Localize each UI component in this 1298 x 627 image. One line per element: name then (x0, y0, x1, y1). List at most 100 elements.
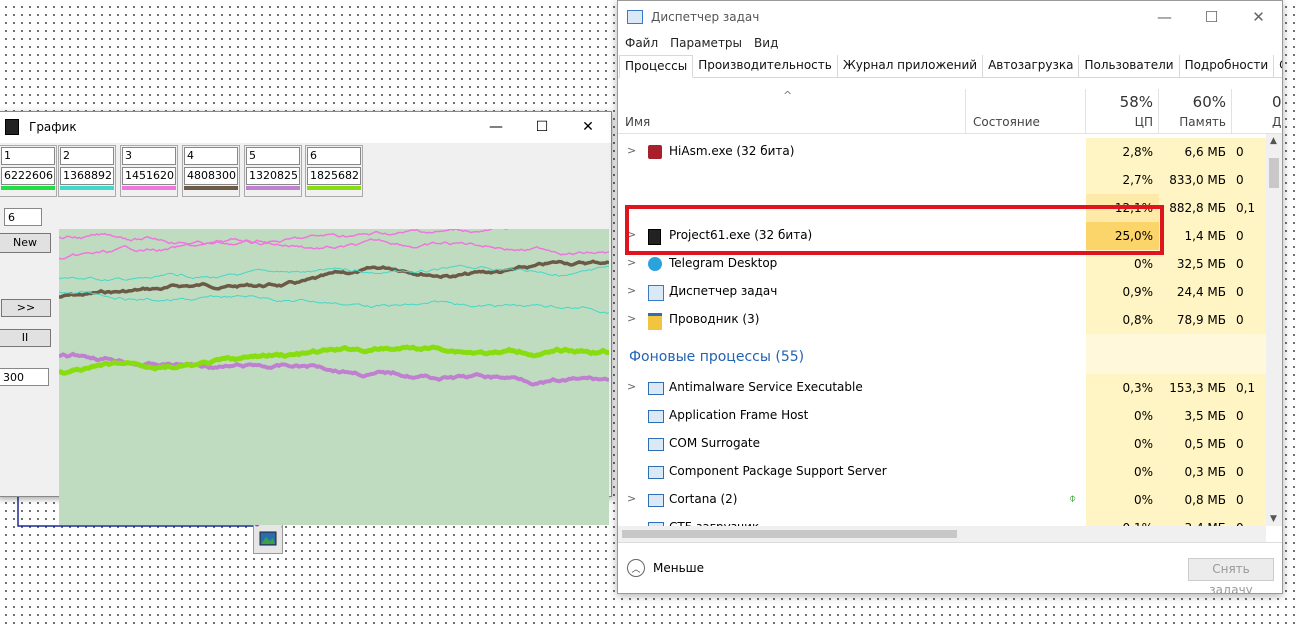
new-button[interactable]: New (0, 233, 51, 253)
app-process-row[interactable]: > Диспетчер задач 0,9% 24,4 МБ 0 (618, 278, 1266, 306)
column-memory-header[interactable]: 60% Память (1158, 89, 1232, 133)
process-cpu: 0% (1086, 486, 1159, 514)
expand-chevron-icon[interactable]: > (627, 256, 636, 269)
expand-chevron-icon[interactable]: > (627, 380, 636, 393)
tm-maximize-icon[interactable]: ☐ (1188, 2, 1235, 32)
tm-window-title: Диспетчер задач (651, 10, 760, 24)
column-disk-header[interactable]: 0 Ди (1231, 89, 1282, 133)
disk-label: Ди (1272, 115, 1282, 129)
channel-number[interactable]: 3 (122, 147, 176, 165)
vertical-scroll-thumb[interactable] (1269, 158, 1279, 188)
end-task-button[interactable]: Снять задачу (1188, 558, 1274, 593)
menu-file[interactable]: Файл (625, 36, 658, 50)
channel-color-swatch (307, 186, 361, 190)
process-cpu: 0,9% (1086, 278, 1159, 306)
menu-options[interactable]: Параметры (670, 36, 742, 50)
channel-value[interactable]: 1825682 (307, 167, 361, 185)
tab-processes[interactable]: Процессы (619, 55, 694, 78)
count-input[interactable] (4, 208, 42, 226)
tab-services[interactable]: Службы (1274, 55, 1282, 77)
channel-trace (58, 290, 610, 315)
app-process-row[interactable]: > Проводник (3) 0,8% 78,9 МБ 0 (618, 306, 1266, 334)
process-disk: 0,1 (1232, 194, 1266, 222)
tm-close-icon[interactable]: ✕ (1235, 2, 1282, 32)
graph-title-bar[interactable]: График — ☐ ✕ (0, 112, 611, 142)
memory-label: Память (1179, 115, 1226, 129)
process-disk: 0 (1232, 250, 1266, 278)
process-disk: 0 (1232, 278, 1266, 306)
close-icon[interactable]: ✕ (565, 112, 611, 142)
expand-chevron-icon[interactable]: > (627, 492, 636, 505)
horizontal-scroll-thumb[interactable] (622, 530, 957, 538)
process-name: COM Surrogate (669, 436, 761, 450)
channel-number[interactable]: 1 (1, 147, 55, 165)
graph-plot-svg (57, 217, 610, 387)
process-disk: 0 (1232, 166, 1266, 194)
background-process-row[interactable]: > Cortana (2) 0% 0,8 МБ 0 ⌽ (618, 486, 1266, 514)
column-cpu-header[interactable]: 58% ЦП (1085, 89, 1159, 133)
process-disk: 0,1 (1232, 374, 1266, 402)
maximize-icon[interactable]: ☐ (519, 112, 565, 142)
process-disk: 0 (1232, 430, 1266, 458)
channel-value[interactable]: 13688927 (60, 167, 114, 185)
tab-performance[interactable]: Производительность (693, 55, 838, 77)
channel-value[interactable]: 14516203 (122, 167, 176, 185)
vertical-scrollbar[interactable]: ▲ ▼ (1266, 134, 1282, 526)
taskmgr-icon (648, 285, 664, 301)
menu-view[interactable]: Вид (754, 36, 778, 50)
tm-minimize-icon[interactable]: — (1141, 2, 1188, 32)
service-icon (648, 438, 664, 451)
fewer-details-button[interactable]: ︿ Меньше (627, 559, 704, 577)
column-name[interactable]: Имя (625, 115, 650, 129)
process-name: Application Frame Host (669, 408, 809, 422)
horizontal-scrollbar[interactable] (618, 526, 1266, 542)
cpu-total: 58% (1119, 93, 1153, 111)
interval-input[interactable] (0, 368, 49, 386)
background-process-row[interactable]: Application Frame Host 0% 3,5 МБ 0 (618, 402, 1266, 430)
process-disk: 0 (1232, 306, 1266, 334)
interval-field-wrap (0, 368, 49, 386)
background-process-row[interactable]: Component Package Support Server 0% 0,3 МБ… (618, 458, 1266, 486)
tab-users[interactable]: Пользователи (1079, 55, 1180, 77)
channel-color-swatch (60, 186, 114, 190)
expand-chevron-icon[interactable]: > (627, 144, 636, 157)
tm-menu-bar: Файл Параметры Вид (618, 33, 1282, 53)
tm-footer: ︿ Меньше Снять задачу (618, 542, 1282, 593)
channel-number[interactable]: 2 (60, 147, 114, 165)
image-component-node[interactable] (253, 521, 287, 554)
minimize-icon[interactable]: — (473, 112, 519, 142)
app-process-row[interactable]: 2,7% 833,0 МБ 0 (618, 166, 1266, 194)
tab-details[interactable]: Подробности (1180, 55, 1275, 77)
tab-app-history[interactable]: Журнал приложений (838, 55, 984, 77)
channel-value[interactable]: 6222606 (1, 167, 55, 185)
background-processes-group[interactable]: Фоновые процессы (55) (629, 349, 804, 365)
background-process-row[interactable]: CTF-загрузчик0,1%3,4 МБ0 (618, 514, 1266, 526)
channel-value[interactable]: 13208257 (246, 167, 300, 185)
tab-startup[interactable]: Автозагрузка (983, 55, 1080, 77)
forward-button[interactable]: >> (1, 299, 51, 317)
graph-window-body: 1 6222606 2 13688927 3 14516203 4 4808300 5 13208… (0, 143, 611, 525)
scroll-down-icon[interactable]: ▼ (1270, 514, 1277, 524)
channel-box: 3 14516203 (120, 145, 178, 197)
process-memory: 6,6 МБ (1159, 138, 1232, 166)
app-process-row[interactable]: > HiAsm.exe (32 бита) 2,8% 6,6 МБ 0 (618, 138, 1266, 166)
expand-chevron-icon[interactable]: > (627, 284, 636, 297)
background-process-row[interactable]: COM Surrogate 0% 0,5 МБ 0 (618, 430, 1266, 458)
expand-chevron-icon[interactable]: > (627, 312, 636, 325)
process-name: Antimalware Service Executable (669, 380, 863, 394)
process-memory: 24,4 МБ (1159, 278, 1232, 306)
process-memory: 0,5 МБ (1159, 430, 1232, 458)
scroll-up-icon[interactable]: ▲ (1270, 136, 1277, 146)
channel-box: 2 13688927 (58, 145, 116, 197)
tm-title-bar[interactable]: Диспетчер задач — ☐ ✕ (618, 1, 1282, 33)
column-status-header[interactable]: Состояние (965, 89, 1086, 133)
disk-total: 0 (1272, 93, 1282, 111)
process-table-header: ^ Имя Состояние 58% ЦП 60% Память 0 Ди (618, 89, 1282, 134)
channel-trace (58, 259, 610, 299)
channel-value[interactable]: 4808300 (184, 167, 238, 185)
pause-button[interactable]: II (0, 329, 51, 347)
background-process-row[interactable]: > Antimalware Service Executable 0,3% 153,3… (618, 374, 1266, 402)
channel-number[interactable]: 5 (246, 147, 300, 165)
channel-number[interactable]: 4 (184, 147, 238, 165)
channel-number[interactable]: 6 (307, 147, 361, 165)
